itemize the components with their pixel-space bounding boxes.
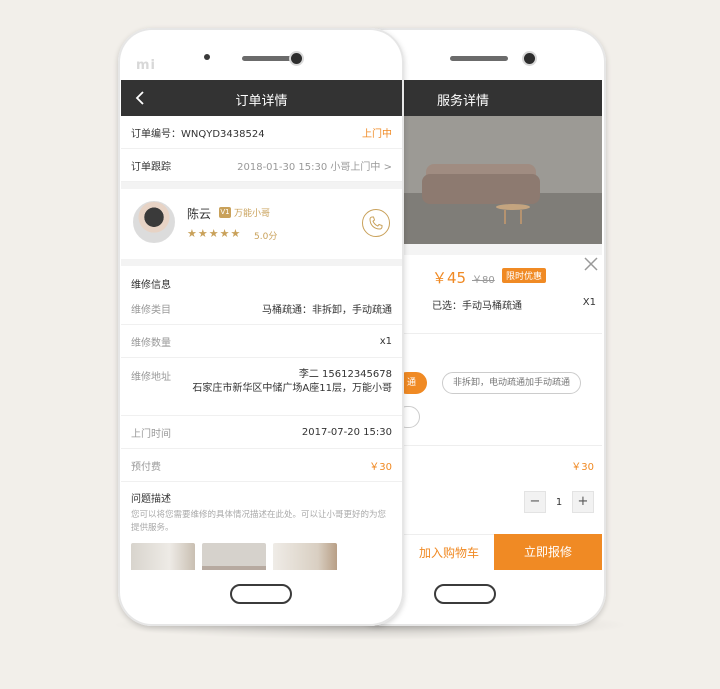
photo-thumbnail[interactable]	[131, 543, 195, 570]
selected-qty: X1	[582, 297, 596, 308]
repair-now-button[interactable]: 立即报修	[494, 534, 602, 570]
home-button[interactable]	[434, 584, 496, 604]
front-camera	[291, 53, 302, 64]
field-value: 2017-07-20 15:30	[301, 426, 392, 438]
problem-text: 您可以将您需要维修的具体情况描述在此处。可以让小哥更好的为您提供服务。	[131, 510, 387, 533]
level-badge: V1	[219, 207, 231, 218]
order-tracking-row[interactable]: 订单跟踪 2018-01-30 15:30 小哥上门中 >	[121, 149, 402, 182]
field-value: x1	[379, 335, 392, 347]
address-row: 维修地址 李二 15612345678 石家庄市新华区中储广场A座11层，万能小…	[121, 358, 402, 416]
chevron-right-icon: >	[383, 161, 392, 173]
light-sensor	[204, 54, 210, 60]
service-titlebar: 服务详情	[404, 80, 602, 116]
option-chip-partial[interactable]	[404, 406, 420, 428]
problem-title: 问题描述	[131, 494, 171, 505]
action-bar: 加入购物车 立即报修	[404, 534, 602, 570]
visit-time-row: 上门时间 2017-07-20 15:30	[121, 416, 402, 449]
field-label: 维修类目	[131, 304, 171, 316]
category-row: 维修类目 马桶疏通：非拆卸，手动疏通	[121, 292, 402, 325]
order-number-value: WNQYD3438524	[181, 128, 265, 140]
photo-thumbnails	[121, 535, 402, 570]
call-button[interactable]	[362, 209, 390, 237]
service-detail-screen: 服务详情 ￥45 ￥80 限时优惠 已选：手动马桶疏通 X1 通 非拆卸，电动疏…	[404, 80, 602, 570]
phone-icon	[369, 216, 383, 230]
home-button[interactable]	[230, 584, 292, 604]
mi-logo: mi	[136, 58, 157, 73]
repair-info-heading: 维修信息	[131, 280, 171, 291]
option-chip[interactable]: 非拆卸，电动疏通加手动疏通	[442, 372, 582, 394]
old-price: ￥80	[472, 275, 495, 286]
order-number-row: 订单编号：WNQYD3438524 上门中	[121, 116, 402, 149]
add-to-cart-button[interactable]: 加入购物车	[404, 534, 494, 570]
section-separator	[121, 259, 402, 266]
selected-option: 已选：手动马桶疏通	[432, 301, 522, 312]
tracking-info: 2018-01-30 15:30 小哥上门中 >	[237, 158, 392, 173]
option-chip-selected[interactable]: 通	[404, 372, 428, 394]
worker-card: 陈云 V1 万能小哥 ★★★★★ 5.0分	[121, 189, 402, 259]
spec-sheet: ￥45 ￥80 限时优惠 已选：手动马桶疏通 X1 通 非拆卸，电动疏通加手动疏…	[404, 255, 602, 540]
quantity-stepper[interactable]: − 1 +	[524, 491, 594, 513]
order-detail-screen: 订单详情 订单编号：WNQYD3438524 上门中 订单跟踪 2018-01-…	[121, 80, 402, 570]
divider	[404, 333, 602, 334]
service-fee: ￥30	[571, 462, 594, 473]
rating-score: 5.0分	[254, 232, 278, 242]
rating-stars: ★★★★★	[187, 227, 242, 240]
field-label: 维修数量	[131, 337, 171, 349]
field-label: 上门时间	[131, 428, 171, 440]
address-line: 石家庄市新华区中储广场A座11层，万能小哥	[192, 383, 392, 394]
avatar	[133, 201, 175, 243]
price: ￥45	[432, 269, 467, 287]
order-status: 上门中	[362, 128, 392, 140]
field-label: 预付费	[131, 461, 161, 473]
prepay-row: 预付费 ￥30	[121, 449, 402, 482]
page-title: 服务详情	[437, 94, 490, 109]
order-number: 订单编号：WNQYD3438524	[131, 125, 265, 140]
section-separator	[121, 182, 402, 189]
plus-button[interactable]: +	[572, 491, 594, 513]
front-camera	[524, 53, 535, 64]
prepay-value: ￥30	[369, 461, 392, 473]
field-label: 维修地址	[131, 372, 171, 383]
quantity-value: 1	[555, 496, 563, 508]
table-leg	[520, 210, 522, 224]
product-hero-image	[404, 116, 602, 244]
sofa-seat-illustration	[422, 174, 540, 204]
tracking-value: 2018-01-30 15:30 小哥上门中	[237, 161, 381, 173]
quantity-row: 维修数量 x1	[121, 325, 402, 358]
order-titlebar: 订单详情	[121, 80, 402, 116]
promo-badge: 限时优惠	[502, 268, 547, 283]
order-number-label: 订单编号：	[131, 128, 181, 140]
worker-name: 陈云	[187, 207, 212, 221]
worker-title: 万能小哥	[234, 209, 271, 219]
photo-thumbnail[interactable]	[273, 543, 337, 570]
speaker-grille	[450, 56, 508, 61]
table-leg	[504, 210, 506, 224]
contact-line: 李二 15612345678	[298, 369, 392, 380]
divider	[404, 445, 602, 446]
tracking-label: 订单跟踪	[131, 161, 171, 173]
close-icon[interactable]	[582, 255, 600, 273]
table-illustration	[496, 204, 530, 210]
photo-thumbnail[interactable]	[202, 543, 266, 570]
problem-description: 问题描述 您可以将您需要维修的具体情况描述在此处。可以让小哥更好的为您提供服务。	[121, 482, 402, 535]
minus-button[interactable]: −	[524, 491, 546, 513]
address-value: 李二 15612345678 石家庄市新华区中储广场A座11层，万能小哥	[192, 368, 392, 396]
field-value: 马桶疏通：非拆卸，手动疏通	[262, 304, 392, 316]
page-title: 订单详情	[235, 94, 288, 109]
